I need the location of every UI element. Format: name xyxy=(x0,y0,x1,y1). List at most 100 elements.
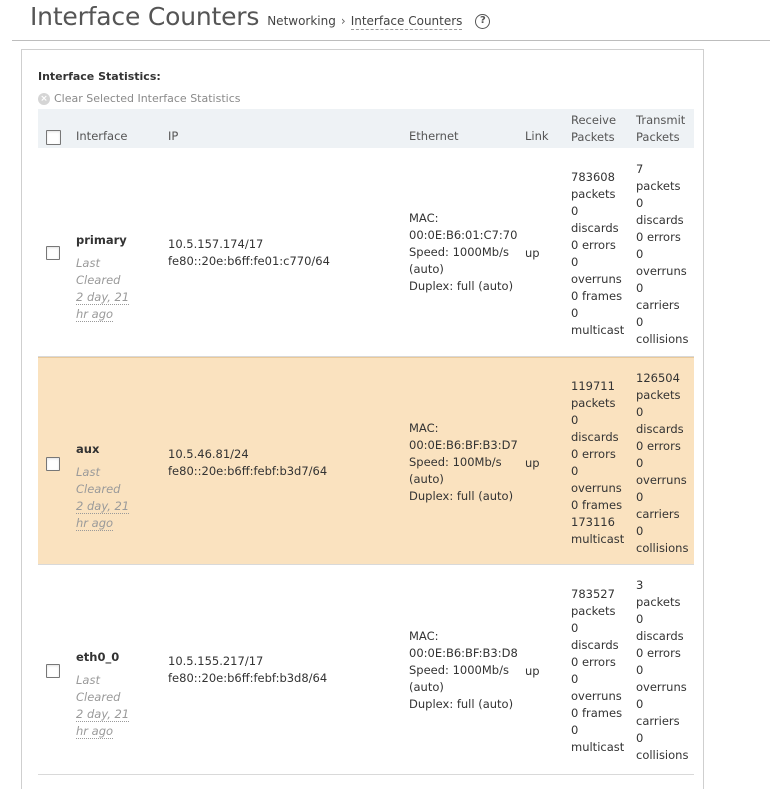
tx-carriers-label: carriers xyxy=(636,298,680,312)
tx-packets-label: packets xyxy=(636,595,681,609)
tx-carriers-count: 0 xyxy=(636,697,644,711)
help-icon[interactable]: ? xyxy=(475,14,491,29)
select-all-checkbox[interactable] xyxy=(46,130,61,145)
clear-statistics-button[interactable]: × Clear Selected Interface Statistics xyxy=(38,92,240,105)
rx-overruns-count: 0 xyxy=(571,672,579,686)
ipv6-address: fe80::20e:b6ff:febf:b3d8/64 xyxy=(168,671,328,685)
row-checkbox-cell xyxy=(46,664,60,678)
row-checkbox[interactable] xyxy=(46,246,60,260)
last-cleared-label: Last Cleared xyxy=(76,256,121,287)
last-cleared-label: Last Cleared xyxy=(76,465,121,496)
table-row[interactable]: primary Last Cleared 2 day, 21 hr ago 10… xyxy=(38,148,694,357)
rx-discards-label: discards xyxy=(571,221,619,235)
rx-discards-count: 0 xyxy=(571,204,579,218)
ipv4-address: 10.5.157.174/17 xyxy=(168,237,264,251)
link-speed: Speed: 100Mb/s xyxy=(409,455,502,469)
column-header-ip[interactable]: IP xyxy=(168,128,178,145)
mac-address: 00:0E:B6:01:C7:70 xyxy=(409,228,518,242)
rx-frames: 0 frames xyxy=(571,289,623,303)
header-divider xyxy=(12,40,770,41)
column-header-receive[interactable]: Receive Packets xyxy=(571,112,631,146)
ipv6-address: fe80::20e:b6ff:fe01:c770/64 xyxy=(168,254,330,268)
duplex: Duplex: full (auto) xyxy=(409,697,514,711)
transmit-cell: 7 packets 0 discards 0 errors 0 overruns… xyxy=(636,161,688,348)
tx-overruns-count: 0 xyxy=(636,247,644,261)
ipv4-address: 10.5.155.217/17 xyxy=(168,654,264,668)
breadcrumb-separator: › xyxy=(340,14,346,28)
interface-name: aux xyxy=(76,442,100,456)
breadcrumb-current[interactable]: Interface Counters xyxy=(350,14,463,30)
row-checkbox[interactable] xyxy=(46,664,60,678)
last-cleared: Last Cleared 2 day, 21 hr ago xyxy=(76,255,144,323)
tx-collisions-label: collisions xyxy=(636,332,689,346)
interface-name: primary xyxy=(76,233,127,247)
rx-multicast-count: 0 xyxy=(571,723,579,737)
interface-cell: aux Last Cleared 2 day, 21 hr ago xyxy=(76,441,144,532)
column-header-ethernet[interactable]: Ethernet xyxy=(409,128,459,145)
last-cleared-label: Last Cleared xyxy=(76,673,121,704)
section-title: Interface Statistics: xyxy=(38,70,161,83)
interface-cell: primary Last Cleared 2 day, 21 hr ago xyxy=(76,232,144,323)
interface-name: eth0_0 xyxy=(76,650,120,664)
mac-address: 00:0E:B6:BF:B3:D8 xyxy=(409,646,518,660)
interface-cell: eth0_0 Last Cleared 2 day, 21 hr ago xyxy=(76,649,144,740)
tx-collisions-label: collisions xyxy=(636,541,689,555)
rx-multicast-count: 173116 xyxy=(571,515,615,529)
select-all-cell xyxy=(46,130,61,145)
row-checkbox[interactable] xyxy=(46,457,60,471)
tx-discards-label: discards xyxy=(636,422,684,436)
rx-discards-label: discards xyxy=(571,638,619,652)
rx-overruns-count: 0 xyxy=(571,464,579,478)
column-header-interface[interactable]: Interface xyxy=(76,128,128,145)
tx-collisions-count: 0 xyxy=(636,731,644,745)
rx-packets-label: packets xyxy=(571,604,616,618)
rx-packets-count: 783608 xyxy=(571,170,615,184)
column-header-transmit[interactable]: Transmit Packets xyxy=(636,112,694,146)
rx-errors: 0 errors xyxy=(571,447,616,461)
tx-packets-count: 7 xyxy=(636,162,644,176)
rx-multicast-label: multicast xyxy=(571,532,625,546)
tx-discards-label: discards xyxy=(636,629,684,643)
row-checkbox-cell xyxy=(46,457,60,471)
rx-multicast-label: multicast xyxy=(571,323,625,337)
table-row[interactable]: aux Last Cleared 2 day, 21 hr ago 10.5.4… xyxy=(38,357,694,565)
table-row[interactable]: eth0_0 Last Cleared 2 day, 21 hr ago 10.… xyxy=(38,565,694,775)
ethernet-cell: MAC: 00:0E:B6:BF:B3:D8 Speed: 1000Mb/s (… xyxy=(409,628,518,713)
tx-overruns-count: 0 xyxy=(636,663,644,677)
rx-overruns-label: overruns xyxy=(571,272,622,286)
link-speed: Speed: 1000Mb/s xyxy=(409,245,509,259)
tx-discards-count: 0 xyxy=(636,196,644,210)
rx-overruns-count: 0 xyxy=(571,255,579,269)
tx-carriers-label: carriers xyxy=(636,714,680,728)
tx-discards-count: 0 xyxy=(636,612,644,626)
row-checkbox-cell xyxy=(46,246,60,260)
duplex: Duplex: full (auto) xyxy=(409,489,514,503)
breadcrumb-networking[interactable]: Networking xyxy=(267,14,336,28)
tx-overruns-label: overruns xyxy=(636,473,687,487)
tx-overruns-label: overruns xyxy=(636,680,687,694)
rx-errors: 0 errors xyxy=(571,238,616,252)
mac-address: 00:0E:B6:BF:B3:D7 xyxy=(409,438,518,452)
receive-cell: 119711 packets 0 discards 0 errors 0 ove… xyxy=(571,378,624,548)
rx-multicast-label: multicast xyxy=(571,740,625,754)
clear-statistics-label: Clear Selected Interface Statistics xyxy=(54,92,241,105)
tx-packets-count: 3 xyxy=(636,578,644,592)
page-title: Interface Counters xyxy=(30,2,260,31)
tx-errors: 0 errors xyxy=(636,646,681,660)
rx-discards-label: discards xyxy=(571,430,619,444)
tx-overruns-label: overruns xyxy=(636,264,687,278)
transmit-cell: 3 packets 0 discards 0 errors 0 overruns… xyxy=(636,577,688,764)
link-status: up xyxy=(525,246,540,260)
rx-packets-label: packets xyxy=(571,187,616,201)
page-header: Interface Counters Networking › Interface … xyxy=(30,2,491,38)
column-header-link[interactable]: Link xyxy=(525,128,549,145)
tx-carriers-count: 0 xyxy=(636,490,644,504)
last-cleared: Last Cleared 2 day, 21 hr ago xyxy=(76,464,144,532)
rx-discards-count: 0 xyxy=(571,413,579,427)
tx-carriers-count: 0 xyxy=(636,281,644,295)
tx-discards-count: 0 xyxy=(636,405,644,419)
speed-mode: (auto) xyxy=(409,680,444,694)
link-status: up xyxy=(525,664,540,678)
duplex: Duplex: full (auto) xyxy=(409,279,514,293)
tx-errors: 0 errors xyxy=(636,439,681,453)
